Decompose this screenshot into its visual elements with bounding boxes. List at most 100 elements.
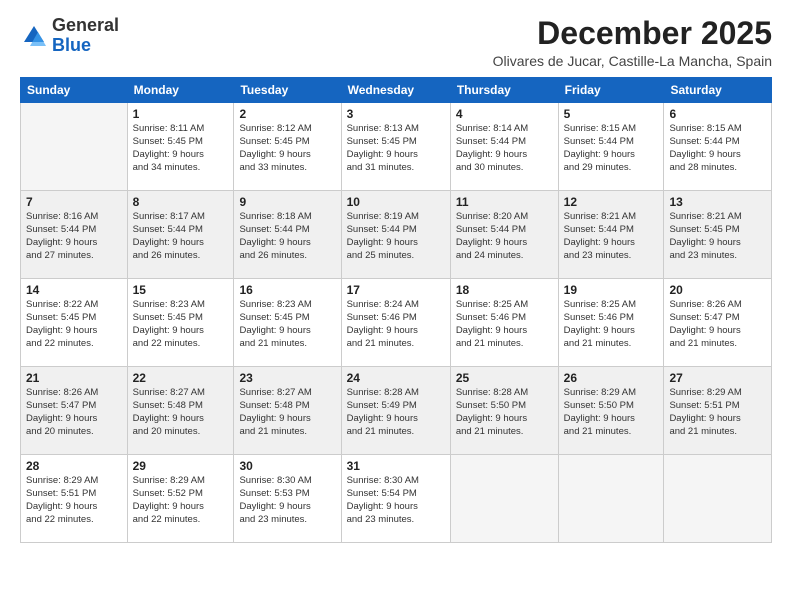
location-subtitle: Olivares de Jucar, Castille-La Mancha, S… (493, 53, 772, 69)
header: General Blue December 2025 Olivares de J… (20, 16, 772, 69)
table-row: 6 Sunrise: 8:15 AM Sunset: 5:44 PM Daylig… (664, 103, 772, 191)
table-row: 14 Sunrise: 8:22 AM Sunset: 5:45 PM Dayli… (21, 279, 128, 367)
title-block: December 2025 Olivares de Jucar, Castill… (493, 16, 772, 69)
table-row: 29Sunrise: 8:29 AM Sunset: 5:52 PM Dayli… (127, 455, 234, 543)
logo-blue: Blue (52, 35, 91, 55)
day-number: 12 (564, 195, 659, 209)
month-title: December 2025 (493, 16, 772, 51)
table-row: 8 Sunrise: 8:17 AM Sunset: 5:44 PM Daylig… (127, 191, 234, 279)
day-number: 4 (456, 107, 553, 121)
day-number: 1 (133, 107, 229, 121)
logo-general: General (52, 15, 119, 35)
logo: General Blue (20, 16, 119, 56)
table-row: 10 Sunrise: 8:19 AM Sunset: 5:44 PM Dayli… (341, 191, 450, 279)
table-row: 17 Sunrise: 8:24 AM Sunset: 5:46 PM Dayli… (341, 279, 450, 367)
day-info: Sunrise: 8:30 AM Sunset: 5:53 PM Dayligh… (239, 475, 335, 526)
table-row (450, 455, 558, 543)
calendar-week-row: 1Sunrise: 8:11 AM Sunset: 5:45 PM Daylig… (21, 103, 772, 191)
day-number: 29 (133, 459, 229, 473)
table-row: 13 Sunrise: 8:21 AM Sunset: 5:45 PM Dayli… (664, 191, 772, 279)
day-info: Sunrise: 8:30 AM Sunset: 5:54 PM Dayligh… (347, 475, 445, 526)
day-number: 10 (347, 195, 445, 209)
day-number: 31 (347, 459, 445, 473)
table-row: 18 Sunrise: 8:25 AM Sunset: 5:46 PM Dayli… (450, 279, 558, 367)
logo-icon (20, 22, 48, 50)
day-info: Sunrise: 8:15 AM Sunset: 5:44 PM Dayligh… (564, 123, 659, 174)
day-number: 20 (669, 283, 766, 297)
day-number: 17 (347, 283, 445, 297)
logo-text: General Blue (52, 16, 119, 56)
day-info: Sunrise: 8:29 AM Sunset: 5:51 PM Dayligh… (26, 475, 122, 526)
day-number: 21 (26, 371, 122, 385)
day-number: 8 (133, 195, 229, 209)
day-info: Sunrise: 8:28 AM Sunset: 5:50 PM Dayligh… (456, 387, 553, 438)
table-row: 26Sunrise: 8:29 AM Sunset: 5:50 PM Dayli… (558, 367, 664, 455)
table-row (664, 455, 772, 543)
day-info: Sunrise: 8:22 AM Sunset: 5:45 PM Dayligh… (26, 299, 122, 350)
table-row: 19Sunrise: 8:25 AM Sunset: 5:46 PM Dayli… (558, 279, 664, 367)
table-row: 23Sunrise: 8:27 AM Sunset: 5:48 PM Dayli… (234, 367, 341, 455)
day-info: Sunrise: 8:24 AM Sunset: 5:46 PM Dayligh… (347, 299, 445, 350)
day-info: Sunrise: 8:16 AM Sunset: 5:44 PM Dayligh… (26, 211, 122, 262)
day-info: Sunrise: 8:18 AM Sunset: 5:44 PM Dayligh… (239, 211, 335, 262)
table-row: 31 Sunrise: 8:30 AM Sunset: 5:54 PM Dayli… (341, 455, 450, 543)
table-row: 16Sunrise: 8:23 AM Sunset: 5:45 PM Dayli… (234, 279, 341, 367)
day-info: Sunrise: 8:26 AM Sunset: 5:47 PM Dayligh… (669, 299, 766, 350)
table-row: 12 Sunrise: 8:21 AM Sunset: 5:44 PM Dayli… (558, 191, 664, 279)
day-info: Sunrise: 8:25 AM Sunset: 5:46 PM Dayligh… (564, 299, 659, 350)
day-number: 22 (133, 371, 229, 385)
col-sunday: Sunday (21, 78, 128, 103)
calendar-week-row: 14 Sunrise: 8:22 AM Sunset: 5:45 PM Dayli… (21, 279, 772, 367)
day-number: 18 (456, 283, 553, 297)
table-row: 15 Sunrise: 8:23 AM Sunset: 5:45 PM Dayli… (127, 279, 234, 367)
table-row: 1Sunrise: 8:11 AM Sunset: 5:45 PM Daylig… (127, 103, 234, 191)
day-number: 6 (669, 107, 766, 121)
table-row: 28 Sunrise: 8:29 AM Sunset: 5:51 PM Dayli… (21, 455, 128, 543)
calendar-table: Sunday Monday Tuesday Wednesday Thursday… (20, 77, 772, 543)
day-number: 11 (456, 195, 553, 209)
table-row (558, 455, 664, 543)
table-row: 7Sunrise: 8:16 AM Sunset: 5:44 PM Daylig… (21, 191, 128, 279)
day-info: Sunrise: 8:27 AM Sunset: 5:48 PM Dayligh… (133, 387, 229, 438)
calendar-week-row: 21Sunrise: 8:26 AM Sunset: 5:47 PM Dayli… (21, 367, 772, 455)
day-info: Sunrise: 8:23 AM Sunset: 5:45 PM Dayligh… (133, 299, 229, 350)
day-info: Sunrise: 8:27 AM Sunset: 5:48 PM Dayligh… (239, 387, 335, 438)
day-info: Sunrise: 8:25 AM Sunset: 5:46 PM Dayligh… (456, 299, 553, 350)
day-number: 9 (239, 195, 335, 209)
day-info: Sunrise: 8:19 AM Sunset: 5:44 PM Dayligh… (347, 211, 445, 262)
col-wednesday: Wednesday (341, 78, 450, 103)
day-number: 2 (239, 107, 335, 121)
day-number: 3 (347, 107, 445, 121)
day-number: 27 (669, 371, 766, 385)
calendar-page: General Blue December 2025 Olivares de J… (0, 0, 792, 612)
col-saturday: Saturday (664, 78, 772, 103)
day-number: 24 (347, 371, 445, 385)
day-number: 5 (564, 107, 659, 121)
table-row: 20 Sunrise: 8:26 AM Sunset: 5:47 PM Dayli… (664, 279, 772, 367)
table-row: 21Sunrise: 8:26 AM Sunset: 5:47 PM Dayli… (21, 367, 128, 455)
table-row: 9 Sunrise: 8:18 AM Sunset: 5:44 PM Daylig… (234, 191, 341, 279)
day-info: Sunrise: 8:21 AM Sunset: 5:44 PM Dayligh… (564, 211, 659, 262)
calendar-week-row: 7Sunrise: 8:16 AM Sunset: 5:44 PM Daylig… (21, 191, 772, 279)
col-tuesday: Tuesday (234, 78, 341, 103)
day-number: 25 (456, 371, 553, 385)
day-number: 15 (133, 283, 229, 297)
day-info: Sunrise: 8:15 AM Sunset: 5:44 PM Dayligh… (669, 123, 766, 174)
day-number: 14 (26, 283, 122, 297)
day-info: Sunrise: 8:17 AM Sunset: 5:44 PM Dayligh… (133, 211, 229, 262)
day-number: 28 (26, 459, 122, 473)
day-info: Sunrise: 8:12 AM Sunset: 5:45 PM Dayligh… (239, 123, 335, 174)
day-number: 13 (669, 195, 766, 209)
col-thursday: Thursday (450, 78, 558, 103)
table-row: 4Sunrise: 8:14 AM Sunset: 5:44 PM Daylig… (450, 103, 558, 191)
day-info: Sunrise: 8:23 AM Sunset: 5:45 PM Dayligh… (239, 299, 335, 350)
calendar-header-row: Sunday Monday Tuesday Wednesday Thursday… (21, 78, 772, 103)
day-number: 30 (239, 459, 335, 473)
table-row: 25 Sunrise: 8:28 AM Sunset: 5:50 PM Dayli… (450, 367, 558, 455)
table-row: 2 Sunrise: 8:12 AM Sunset: 5:45 PM Daylig… (234, 103, 341, 191)
col-monday: Monday (127, 78, 234, 103)
table-row: 24Sunrise: 8:28 AM Sunset: 5:49 PM Dayli… (341, 367, 450, 455)
day-number: 26 (564, 371, 659, 385)
table-row: 3Sunrise: 8:13 AM Sunset: 5:45 PM Daylig… (341, 103, 450, 191)
day-info: Sunrise: 8:21 AM Sunset: 5:45 PM Dayligh… (669, 211, 766, 262)
